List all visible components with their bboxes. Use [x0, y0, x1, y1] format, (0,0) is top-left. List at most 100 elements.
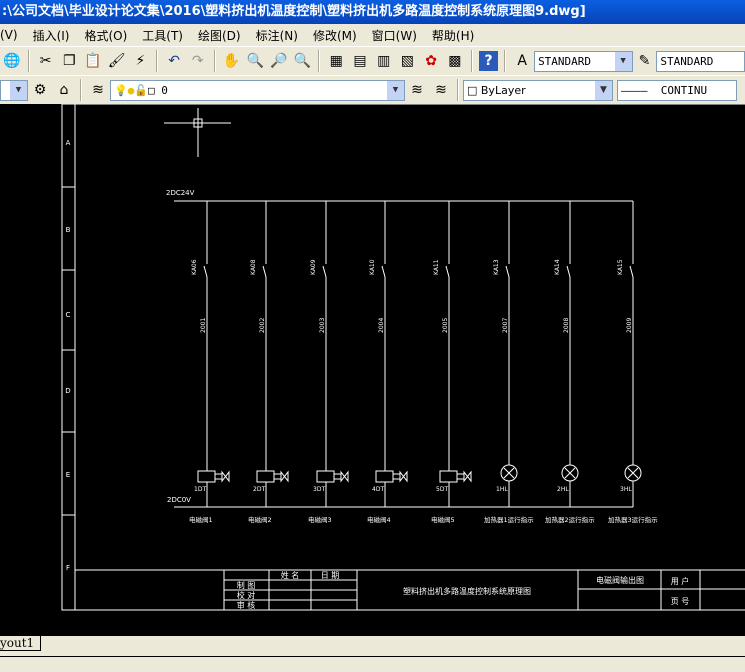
- wire-number: 2002: [259, 318, 266, 333]
- switch-contact: [505, 265, 510, 278]
- device-tag: 3HL: [620, 486, 632, 493]
- circuit-description: 加热器3运行指示: [608, 515, 658, 524]
- lightbulb-icon[interactable]: 💡: [114, 84, 128, 97]
- settings-icon[interactable]: ⚙: [30, 80, 50, 100]
- globe-icon[interactable]: 🌐: [2, 51, 22, 71]
- menu-modify[interactable]: 修改(M): [313, 27, 357, 44]
- row-label: F: [66, 564, 70, 572]
- workspace-select[interactable]: ▼: [0, 79, 28, 101]
- switch-contact: [203, 265, 208, 278]
- device-tag: 1HL: [496, 486, 508, 493]
- circuit-description: 电磁阀5: [431, 515, 455, 524]
- sheet-set-icon[interactable]: ▧: [398, 51, 418, 71]
- match-properties-icon[interactable]: 🖌: [107, 51, 127, 71]
- chevron-down-icon[interactable]: ▼: [614, 51, 632, 71]
- bus-top-label: 2DC24V: [166, 189, 195, 197]
- valve-symbol: [274, 470, 289, 483]
- solenoid-coil: [197, 470, 216, 483]
- menu-dimension[interactable]: 标注(N): [256, 27, 298, 44]
- switch-label: KA11: [433, 259, 440, 275]
- user-label: 用 户: [671, 576, 690, 586]
- device-tag: 2HL: [557, 486, 569, 493]
- text-style-select[interactable]: STANDARD ▼: [534, 50, 633, 72]
- color-swatch-icon: □: [148, 83, 155, 97]
- markup-icon[interactable]: ✿: [421, 51, 441, 71]
- device-tag: 2DT: [253, 486, 265, 493]
- menu-insert[interactable]: 插入(I): [33, 27, 70, 44]
- menu-bar: (V) 插入(I) 格式(O) 工具(T) 绘图(D) 标注(N) 修改(M) …: [0, 24, 745, 46]
- text-style-icon[interactable]: A: [512, 51, 532, 71]
- solenoid-coil: [375, 470, 394, 483]
- solenoid-coil: [439, 470, 458, 483]
- design-center-icon[interactable]: ▤: [350, 51, 370, 71]
- tab-layout1[interactable]: yout1: [0, 636, 42, 651]
- approved-label: 审 核: [237, 600, 256, 610]
- sun-icon[interactable]: ●: [128, 84, 135, 97]
- home-icon[interactable]: ⌂: [54, 80, 74, 100]
- wire-number: 2001: [200, 318, 207, 333]
- row-label: D: [65, 387, 70, 395]
- block-editor-icon[interactable]: ⚡: [131, 51, 151, 71]
- drawing-title: 塑料挤出机多路温度控制系统原理图: [403, 586, 531, 596]
- menu-view[interactable]: (V): [0, 28, 18, 42]
- switch-label: KA10: [369, 259, 376, 275]
- menu-tools[interactable]: 工具(T): [142, 27, 183, 44]
- cut-icon[interactable]: ✂: [36, 51, 56, 71]
- command-line[interactable]: [0, 656, 745, 672]
- valve-symbol: [215, 470, 230, 483]
- circuit-description: 电磁阀3: [308, 515, 332, 524]
- wire-number: 2005: [442, 318, 449, 333]
- calculator-icon[interactable]: ▩: [445, 51, 465, 71]
- switch-label: KA09: [310, 259, 317, 275]
- menu-draw[interactable]: 绘图(D): [198, 27, 241, 44]
- menu-format[interactable]: 格式(O): [84, 27, 127, 44]
- wire-number: 2004: [378, 318, 385, 333]
- standard-toolbar: 🌐 ✂ ❐ 📋 🖌 ⚡ ↶ ↷ ✋ 🔍 🔎 🔍 ▦ ▤ ▥ ▧ ✿ ▩ ? A …: [0, 46, 745, 75]
- copy-icon[interactable]: ❐: [59, 51, 79, 71]
- valve-symbol: [334, 470, 349, 483]
- circuit-description: 加热器2运行指示: [545, 515, 595, 524]
- circuit-description: 电磁阀4: [367, 515, 391, 524]
- device-tag: 3DT: [313, 486, 325, 493]
- device-tag: 5DT: [436, 486, 448, 493]
- row-labels: A B C D E F: [65, 139, 70, 572]
- help-icon[interactable]: ?: [478, 51, 499, 71]
- pan-icon[interactable]: ✋: [222, 51, 242, 71]
- layers-toolbar: ▼ ⚙ ⌂ ≋ 💡 ● 🔓 □ 0 ▼ ≋ ≋ □ ByLayer ▼ ———— CON…: [0, 75, 745, 104]
- undo-icon[interactable]: ↶: [164, 51, 184, 71]
- drawing-frame: [61, 104, 745, 611]
- switch-contact: [445, 265, 450, 278]
- dim-style-icon[interactable]: ✎: [635, 51, 655, 71]
- menu-help[interactable]: 帮助(H): [432, 27, 474, 44]
- lock-icon[interactable]: 🔓: [134, 84, 148, 97]
- color-select[interactable]: □ ByLayer ▼: [463, 79, 613, 101]
- solenoid-coil: [256, 470, 275, 483]
- switch-contact: [322, 265, 327, 278]
- redo-icon[interactable]: ↷: [188, 51, 208, 71]
- make-current-layer-icon[interactable]: ≋: [407, 80, 427, 100]
- row-label: E: [66, 471, 70, 479]
- linetype-select[interactable]: ———— CONTINU: [617, 79, 737, 101]
- row-label: C: [66, 311, 71, 319]
- layer-select[interactable]: 💡 ● 🔓 □ 0 ▼: [110, 79, 405, 101]
- dim-style-select[interactable]: STANDARD: [656, 50, 745, 72]
- chevron-down-icon[interactable]: ▼: [595, 80, 612, 100]
- valve-symbol: [393, 470, 408, 483]
- device-tag: 1DT: [194, 486, 206, 493]
- name-header: 姓 名: [281, 570, 300, 580]
- drawing-canvas[interactable]: A B C D E F 2DC24V 2DC0V KA06 2001 1DT 电磁阀1 KA08 200…: [0, 104, 745, 636]
- paste-icon[interactable]: 📋: [83, 51, 103, 71]
- wire-number: 2008: [563, 318, 570, 333]
- chevron-down-icon[interactable]: ▼: [10, 80, 27, 100]
- zoom-window-icon[interactable]: 🔎: [269, 51, 289, 71]
- properties-icon[interactable]: ▦: [326, 51, 346, 71]
- layer-previous-icon[interactable]: ≋: [431, 80, 451, 100]
- chevron-down-icon[interactable]: ▼: [387, 80, 404, 100]
- row-label: B: [66, 226, 71, 234]
- layer-manager-icon[interactable]: ≋: [88, 80, 108, 100]
- zoom-previous-icon[interactable]: 🔍: [293, 51, 313, 71]
- zoom-realtime-icon[interactable]: 🔍: [245, 51, 265, 71]
- switch-contact: [566, 265, 571, 278]
- menu-window[interactable]: 窗口(W): [372, 27, 417, 44]
- tool-palettes-icon[interactable]: ▥: [374, 51, 394, 71]
